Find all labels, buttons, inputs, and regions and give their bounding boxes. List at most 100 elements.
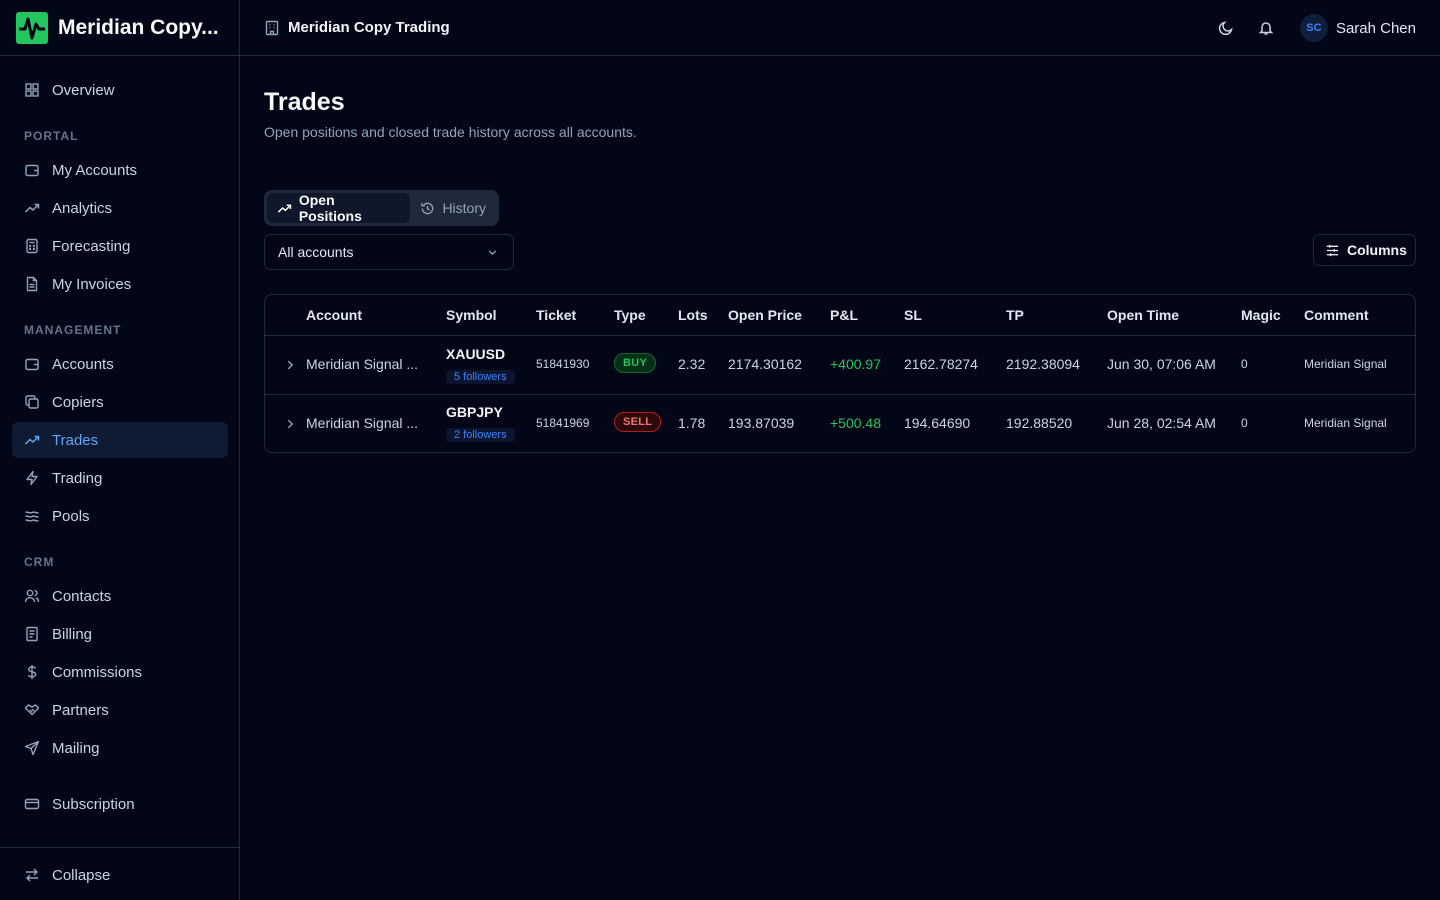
cell-pnl: +500.48 <box>830 415 881 431</box>
dollar-icon <box>27 665 37 679</box>
users-icon <box>24 589 40 603</box>
sidebar-item-label: My Invoices <box>52 275 132 293</box>
brand[interactable]: Meridian Copy... <box>0 0 239 56</box>
sidebar-item-forecasting[interactable]: Forecasting <box>12 228 228 264</box>
waves-icon <box>25 511 39 522</box>
column-header-pnl[interactable]: P&L <box>830 307 858 323</box>
cell-ticket: 51841930 <box>536 357 590 371</box>
account-filter-select[interactable]: All accounts <box>264 234 514 270</box>
tab-label: Open Positions <box>298 192 362 224</box>
brand-logo-icon <box>16 11 48 44</box>
sidebar-item-label: Overview <box>52 81 115 99</box>
column-header-account[interactable]: Account <box>306 307 362 323</box>
wallet-icon <box>25 358 39 371</box>
arrows-swap-icon <box>26 868 38 882</box>
cell-pnl: +400.97 <box>830 356 881 372</box>
theme-toggle-button[interactable] <box>1210 12 1242 44</box>
sidebar-item-my-invoices[interactable]: My Invoices <box>12 266 228 302</box>
trend-icon <box>24 203 40 213</box>
chevron-right-icon[interactable] <box>283 358 297 372</box>
org-switcher[interactable]: Meridian Copy Trading <box>264 19 450 36</box>
cell-ticket: 51841969 <box>536 416 590 430</box>
cell-open-time: Jun 28, 02:54 AM <box>1107 415 1216 431</box>
column-header-tp[interactable]: TP <box>1006 307 1024 323</box>
sidebar-item-trades[interactable]: Trades <box>12 422 228 458</box>
sidebar-item-label: Trading <box>52 469 103 487</box>
column-header-symbol[interactable]: Symbol <box>446 307 497 323</box>
tab-history[interactable]: History <box>410 193 496 223</box>
sidebar-item-contacts[interactable]: Contacts <box>12 578 228 614</box>
sidebar-item-commissions[interactable]: Commissions <box>12 654 228 690</box>
trend-icon <box>24 435 40 445</box>
sidebar-item-label: Analytics <box>52 199 113 217</box>
sidebar-item-overview[interactable]: Overview <box>12 72 228 108</box>
chevron-down-icon <box>488 250 497 256</box>
status-badge: BUY <box>614 353 657 373</box>
sidebar-item-trading[interactable]: Trading <box>12 460 228 496</box>
sidebar-item-label: Copiers <box>52 393 104 411</box>
section-crm: CRM <box>24 555 55 569</box>
trades-table: Account Symbol Ticket Type Lots Open Pri… <box>264 294 1416 453</box>
table-row[interactable]: Meridian Signal ... XAUUSD 5 followers 5… <box>265 336 1415 394</box>
cell-account: Meridian Signal ... <box>306 356 419 372</box>
column-header-type[interactable]: Type <box>614 307 646 323</box>
chevron-right-icon[interactable] <box>283 417 297 431</box>
columns-label: Columns <box>1347 242 1407 258</box>
cell-sl: 2162.78274 <box>904 356 978 372</box>
sidebar-item-pools[interactable]: Pools <box>12 498 228 534</box>
avatar[interactable]: SC <box>1299 14 1328 42</box>
section-management: MANAGEMENT <box>24 323 122 337</box>
building-icon <box>265 20 279 35</box>
sidebar-item-accounts[interactable]: Accounts <box>12 346 228 382</box>
bolt-icon <box>26 470 38 486</box>
sidebar-item-label: Contacts <box>52 587 112 605</box>
collapse-button[interactable]: Collapse <box>12 857 228 893</box>
collapse-label: Collapse <box>52 866 111 884</box>
sidebar-item-my-accounts[interactable]: My Accounts <box>12 152 228 188</box>
column-header-comment[interactable]: Comment <box>1304 307 1369 323</box>
handshake-icon <box>24 704 40 716</box>
cell-open-price: 2174.30162 <box>728 356 802 372</box>
grid-icon <box>25 83 39 97</box>
column-header-open-price[interactable]: Open Price <box>728 307 802 323</box>
sidebar-footer: Collapse <box>0 847 239 900</box>
followers-badge[interactable]: 5 followers <box>446 370 515 384</box>
trade-view-tabs: Open Positions History <box>264 190 499 226</box>
cell-magic: 0 <box>1241 357 1248 371</box>
followers-badge[interactable]: 2 followers <box>446 428 515 442</box>
sidebar-item-billing[interactable]: Billing <box>12 616 228 652</box>
sidebar-item-label: My Accounts <box>52 161 138 179</box>
cell-open-price: 193.87039 <box>728 415 795 431</box>
column-header-ticket[interactable]: Ticket <box>536 307 576 323</box>
sidebar-item-label: Billing <box>52 625 93 643</box>
table-row[interactable]: Meridian Signal ... GBPJPY 2 followers 5… <box>265 395 1415 453</box>
sidebar-item-analytics[interactable]: Analytics <box>12 190 228 226</box>
calculator-icon <box>26 238 38 254</box>
user-name[interactable]: Sarah Chen <box>1336 20 1416 37</box>
cell-magic: 0 <box>1241 416 1248 430</box>
column-header-sl[interactable]: SL <box>904 307 922 323</box>
cell-lots: 2.32 <box>678 356 706 372</box>
cell-sl: 194.64690 <box>904 415 971 431</box>
sidebar-item-label: Trades <box>52 431 99 449</box>
columns-button[interactable]: Columns <box>1313 234 1416 266</box>
followers-wrap: 2 followers <box>446 425 515 442</box>
account-filter-value: All accounts <box>278 244 354 260</box>
tab-open-positions[interactable]: Open Positions <box>267 192 411 224</box>
top-bar: Meridian Copy Trading SC Sarah Chen <box>240 0 1440 56</box>
bell-icon <box>1258 22 1274 35</box>
cell-comment: Meridian Signal <box>1304 357 1387 371</box>
cell-symbol: GBPJPY <box>446 404 503 420</box>
brand-name: Meridian Copy... <box>58 15 219 39</box>
sidebar-item-mailing[interactable]: Mailing <box>12 730 228 766</box>
column-header-lots[interactable]: Lots <box>678 307 708 323</box>
tab-label: History <box>442 200 486 216</box>
sidebar-item-label: Forecasting <box>52 237 131 255</box>
sidebar-item-copiers[interactable]: Copiers <box>12 384 228 420</box>
column-header-magic[interactable]: Magic <box>1241 307 1281 323</box>
sidebar-item-partners[interactable]: Partners <box>12 692 228 728</box>
notifications-button[interactable] <box>1250 12 1282 44</box>
sidebar-item-subscription[interactable]: Subscription <box>12 786 228 822</box>
receipt-icon <box>26 626 38 642</box>
column-header-open-time[interactable]: Open Time <box>1107 307 1179 323</box>
